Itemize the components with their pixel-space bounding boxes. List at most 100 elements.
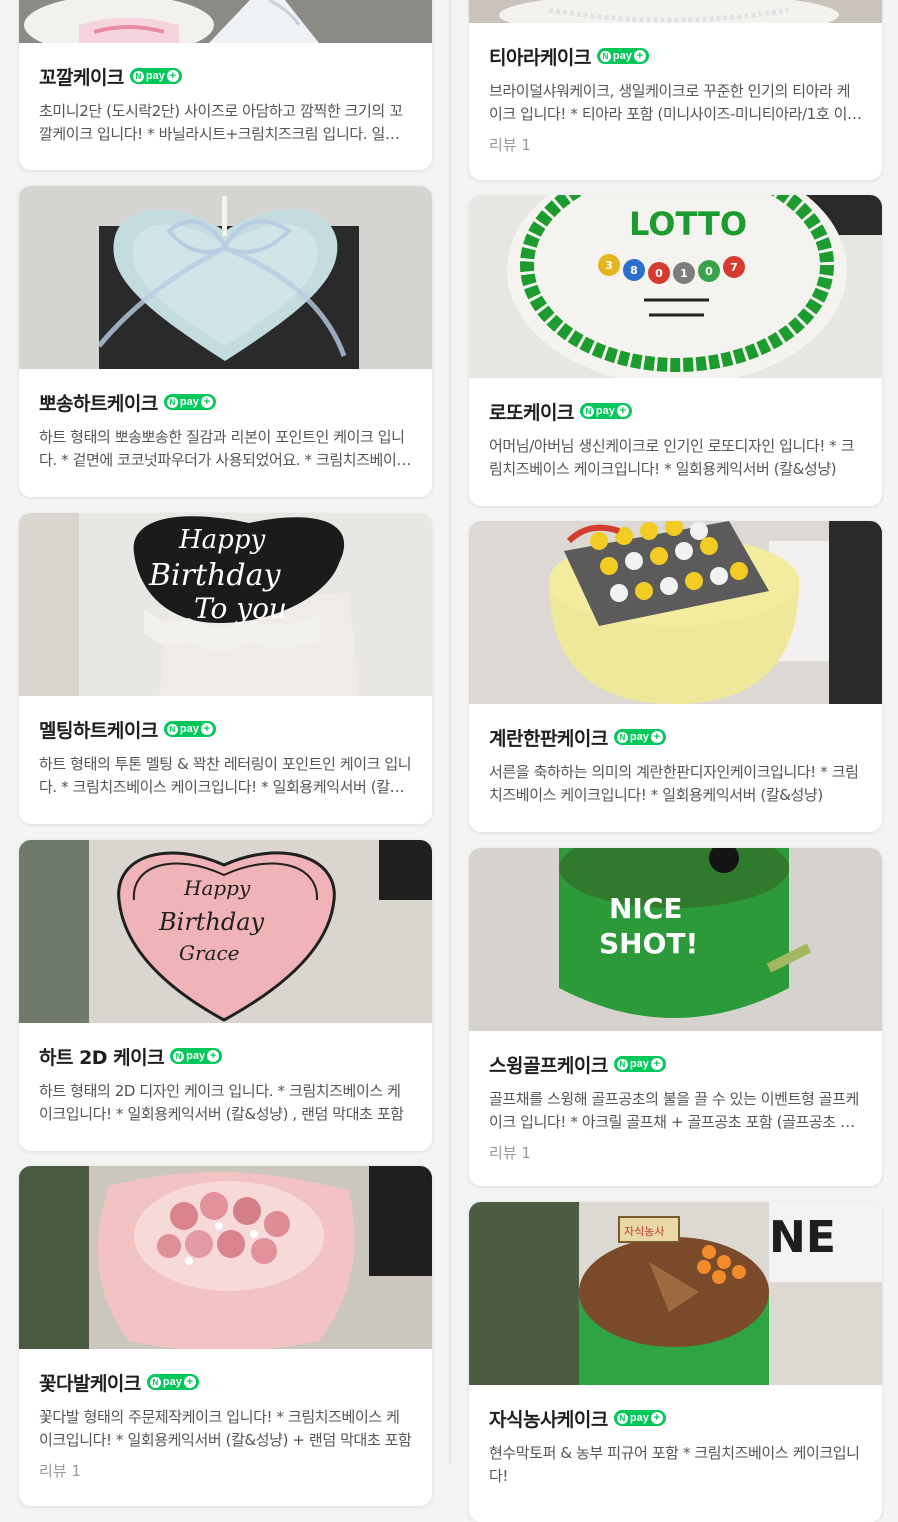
column-divider <box>449 0 451 1465</box>
product-thumbnail[interactable] <box>19 186 432 369</box>
fluffy-heart-cake-photo <box>19 186 432 369</box>
product-card[interactable]: 뽀송하트케이크 N pay + 하트 형태의 뽀송뽀송한 질감과 리본이 포인트… <box>19 186 432 497</box>
cone-cake-photo <box>19 0 432 43</box>
naver-n-icon: N <box>132 70 144 82</box>
plus-icon: + <box>650 1412 663 1424</box>
product-name[interactable]: 멜팅하트케이크 <box>39 716 158 743</box>
product-thumbnail[interactable]: LOTTO 3 8 0 1 0 7 <box>469 195 882 378</box>
plus-icon: + <box>207 1050 220 1062</box>
cake-text: Happy <box>183 876 251 900</box>
npay-plus-badge: N pay + <box>129 68 182 84</box>
naver-n-icon: N <box>599 50 611 62</box>
product-description: 골프채를 스윙해 골프공초의 불을 끌 수 있는 이벤트형 골프케이크 입니다!… <box>489 1090 859 1131</box>
farming-cake-photo: NE 자식농사 <box>469 1202 882 1385</box>
product-card[interactable]: 꼬깔케이크 N pay + 초미니2단 (도시락2단) 사이즈로 아담하고 깜찍… <box>19 0 432 170</box>
naver-n-icon: N <box>173 1050 185 1062</box>
product-card[interactable]: 꽃다발케이크 N pay + 꽃다발 형태의 주문제작케이크 입니다! * 크림… <box>19 1166 432 1506</box>
product-description: 현수막토퍼 & 농부 피규어 포함 * 크림치즈베이스 케이크입니다! <box>489 1444 860 1485</box>
product-thumbnail[interactable]: NE 자식농사 <box>469 1202 882 1385</box>
svg-text:0: 0 <box>705 265 713 278</box>
npay-plus-badge: N pay + <box>613 1410 666 1426</box>
product-thumbnail[interactable] <box>19 0 432 43</box>
product-name[interactable]: 하트 2D 케이크 <box>39 1043 165 1070</box>
cake-text: Birthday <box>148 558 281 593</box>
plus-icon: + <box>616 405 629 417</box>
product-card[interactable]: Happy Birthday To you 멜팅하트케이크 N pay + 하트… <box>19 513 432 824</box>
product-thumbnail[interactable]: Happy Birthday Grace <box>19 840 432 1023</box>
svg-text:7: 7 <box>730 261 738 274</box>
naver-n-icon: N <box>616 1412 628 1424</box>
naver-n-icon: N <box>166 723 178 735</box>
svg-text:1: 1 <box>680 267 688 280</box>
product-thumbnail[interactable] <box>469 0 882 23</box>
npay-plus-badge: N pay + <box>613 1056 666 1072</box>
product-thumbnail[interactable] <box>469 521 882 704</box>
product-card[interactable]: NE 자식농사 자식농사케이크 N pay + 현수막토퍼 & 농부 피규어 포… <box>469 1202 882 1522</box>
cake-text: NICE <box>609 892 683 925</box>
golf-cake-photo: NICE SHOT! <box>469 848 882 1031</box>
product-description: 하트 형태의 2D 디자인 케이크 입니다. * 크림치즈베이스 케이크입니다!… <box>39 1082 404 1123</box>
plus-icon: + <box>650 731 663 743</box>
svg-text:NE: NE <box>769 1212 836 1263</box>
naver-n-icon: N <box>166 396 178 408</box>
product-description: 서른을 축하하는 의미의 계란한판디자인케이크입니다! * 크림치즈베이스 케이… <box>489 763 859 804</box>
product-name[interactable]: 꽃다발케이크 <box>39 1369 141 1396</box>
review-count[interactable]: 리뷰 1 <box>39 1460 412 1481</box>
cake-text: Grace <box>179 941 240 965</box>
cake-text: 자식농사 <box>624 1225 664 1238</box>
plus-icon: + <box>183 1376 196 1388</box>
naver-n-icon: N <box>616 731 628 743</box>
product-thumbnail[interactable]: NICE SHOT! <box>469 848 882 1031</box>
product-card[interactable]: NICE SHOT! 스윙골프케이크 N pay + 골프채를 스윙해 골프공초… <box>469 848 882 1186</box>
npay-plus-badge: N pay + <box>613 729 666 745</box>
product-description: 꽃다발 형태의 주문제작케이크 입니다! * 크림치즈베이스 케이크입니다! *… <box>39 1408 412 1449</box>
product-description: 하트 형태의 뽀송뽀송한 질감과 리본이 포인트인 케이크 입니다. * 겉면에… <box>39 428 410 469</box>
review-count[interactable]: 리뷰 1 <box>489 134 862 155</box>
plus-icon: + <box>633 50 646 62</box>
product-name[interactable]: 꼬깔케이크 <box>39 63 124 90</box>
tiara-cake-photo <box>469 0 882 23</box>
lotto-cake-photo: LOTTO 3 8 0 1 0 7 <box>469 195 882 378</box>
bouquet-cake-photo <box>19 1166 432 1349</box>
product-card[interactable]: Happy Birthday Grace 하트 2D 케이크 N pay + 하… <box>19 840 432 1151</box>
npay-plus-badge: N pay + <box>163 394 216 410</box>
product-description: 초미니2단 (도시락2단) 사이즈로 아담하고 깜찍한 크기의 꼬깔케이크 입니… <box>39 102 412 143</box>
product-thumbnail[interactable] <box>19 1166 432 1349</box>
product-name[interactable]: 로또케이크 <box>489 398 574 425</box>
review-count[interactable]: 리뷰 1 <box>489 1142 862 1163</box>
2d-heart-cake-photo: Happy Birthday Grace <box>19 840 432 1023</box>
naver-n-icon: N <box>149 1376 161 1388</box>
melting-heart-cake-photo: Happy Birthday To you <box>19 513 432 696</box>
product-description: 어머님/아버님 생신케이크로 인기인 로또디자인 입니다! * 크림치즈베이스 … <box>489 437 855 478</box>
product-name[interactable]: 자식농사케이크 <box>489 1405 608 1432</box>
product-name[interactable]: 티아라케이크 <box>489 43 591 70</box>
product-card[interactable]: 계란한판케이크 N pay + 서른을 축하하는 의미의 계란한판디자인케이크입… <box>469 521 882 832</box>
npay-plus-badge: N pay + <box>596 48 649 64</box>
cake-text: To you <box>194 592 287 625</box>
svg-text:3: 3 <box>605 259 613 272</box>
cake-text: Happy <box>178 525 265 555</box>
product-description: 브라이덜샤워케이크, 생일케이크로 꾸준한 인기의 티아라 케이크 입니다! *… <box>489 82 851 123</box>
npay-plus-badge: N pay + <box>163 721 216 737</box>
product-card[interactable]: 티아라케이크 N pay + 브라이덜샤워케이크, 생일케이크로 꾸준한 인기의… <box>469 0 882 180</box>
plus-icon: + <box>200 396 213 408</box>
product-card[interactable]: LOTTO 3 8 0 1 0 7 로또케이크 N pay + 어머님/아버님 … <box>469 195 882 506</box>
cake-text: Birthday <box>158 908 265 936</box>
npay-plus-badge: N pay + <box>170 1048 223 1064</box>
svg-text:0: 0 <box>655 267 663 280</box>
product-description: 하트 형태의 투톤 멜팅 & 꽉찬 레터링이 포인트인 케이크 입니다. * 크… <box>39 755 412 796</box>
naver-n-icon: N <box>616 1058 628 1070</box>
plus-icon: + <box>650 1058 663 1070</box>
npay-plus-badge: N pay + <box>146 1374 199 1390</box>
egg-tray-cake-photo <box>469 521 882 704</box>
plus-icon: + <box>166 70 179 82</box>
svg-text:8: 8 <box>630 264 638 277</box>
product-name[interactable]: 계란한판케이크 <box>489 724 608 751</box>
npay-plus-badge: N pay + <box>579 403 632 419</box>
product-name[interactable]: 뽀송하트케이크 <box>39 389 158 416</box>
product-thumbnail[interactable]: Happy Birthday To you <box>19 513 432 696</box>
plus-icon: + <box>200 723 213 735</box>
cake-text: SHOT! <box>599 927 698 960</box>
product-name[interactable]: 스윙골프케이크 <box>489 1051 608 1078</box>
cake-text: LOTTO <box>629 205 747 243</box>
